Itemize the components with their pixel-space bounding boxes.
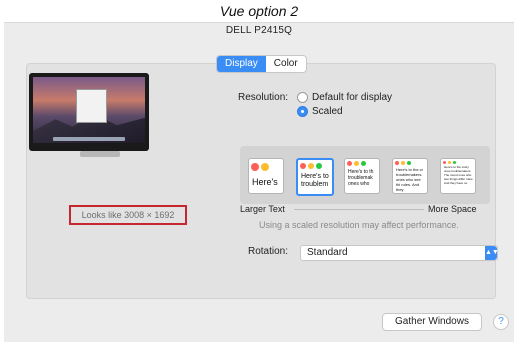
scaled-resolution-options: Here's Here's to troublem Here's to th t… bbox=[240, 146, 490, 204]
window-controls-icon bbox=[443, 161, 456, 164]
scale-option-3[interactable]: Here's to th troublemak ones who bbox=[344, 158, 380, 194]
tab-color[interactable]: Color bbox=[266, 56, 306, 72]
resolution-label: Resolution: bbox=[238, 92, 289, 103]
monitor-stand bbox=[80, 151, 120, 157]
help-button[interactable]: ? bbox=[493, 314, 509, 330]
window-controls-icon bbox=[395, 161, 411, 165]
gather-windows-button[interactable]: Gather Windows bbox=[382, 313, 482, 331]
resolution-looks-like-label: Looks like 3008 × 1692 bbox=[69, 205, 187, 225]
window-controls-icon bbox=[251, 163, 269, 171]
window-title: DELL P2415Q bbox=[225, 25, 293, 36]
display-preferences-window: DELL P2415Q Display Color Looks like 300… bbox=[4, 22, 514, 342]
figure-caption: Vue option 2 bbox=[219, 3, 299, 19]
scale-left-label: Larger Text bbox=[240, 204, 285, 214]
scale-right-label: More Space bbox=[428, 204, 477, 214]
radio-scaled[interactable] bbox=[297, 106, 308, 117]
preview-window bbox=[75, 88, 107, 123]
scale-option-text: Here's to troublem bbox=[301, 173, 329, 188]
radio-default-label: Default for display bbox=[312, 92, 393, 103]
scale-option-2[interactable]: Here's to troublem bbox=[296, 158, 334, 196]
scale-option-1[interactable]: Here's bbox=[248, 158, 284, 194]
scale-option-text: Here's bbox=[252, 177, 278, 187]
desktop-wallpaper bbox=[33, 77, 145, 143]
performance-note: Using a scaled resolution may affect per… bbox=[259, 220, 459, 230]
chevron-updown-icon: ▲▼ bbox=[485, 246, 499, 260]
preview-dock bbox=[53, 137, 125, 141]
scale-option-text: Here's to th troublemak ones who bbox=[348, 169, 374, 187]
tab-bar: Display Color bbox=[216, 55, 307, 73]
radio-default-for-display[interactable] bbox=[297, 92, 308, 103]
tab-display[interactable]: Display bbox=[217, 56, 266, 72]
monitor-preview bbox=[29, 73, 149, 151]
rotation-label: Rotation: bbox=[248, 246, 289, 257]
rotation-select[interactable]: Standard ▲▼ bbox=[300, 245, 499, 261]
rotation-value: Standard bbox=[307, 247, 348, 258]
window-controls-icon bbox=[347, 161, 366, 166]
radio-scaled-label: Scaled bbox=[312, 106, 343, 117]
scale-option-5[interactable]: Here's to the crazy ones troublemakers. … bbox=[440, 158, 476, 194]
scale-option-4[interactable]: Here's to the cr troublemakers. ones who… bbox=[392, 158, 428, 194]
scale-option-text: Here's to the crazy ones troublemakers. … bbox=[444, 165, 474, 185]
window-controls-icon bbox=[300, 163, 322, 169]
scale-option-text: Here's to the cr troublemakers. ones who… bbox=[396, 167, 423, 192]
scale-slider-track bbox=[294, 209, 424, 210]
